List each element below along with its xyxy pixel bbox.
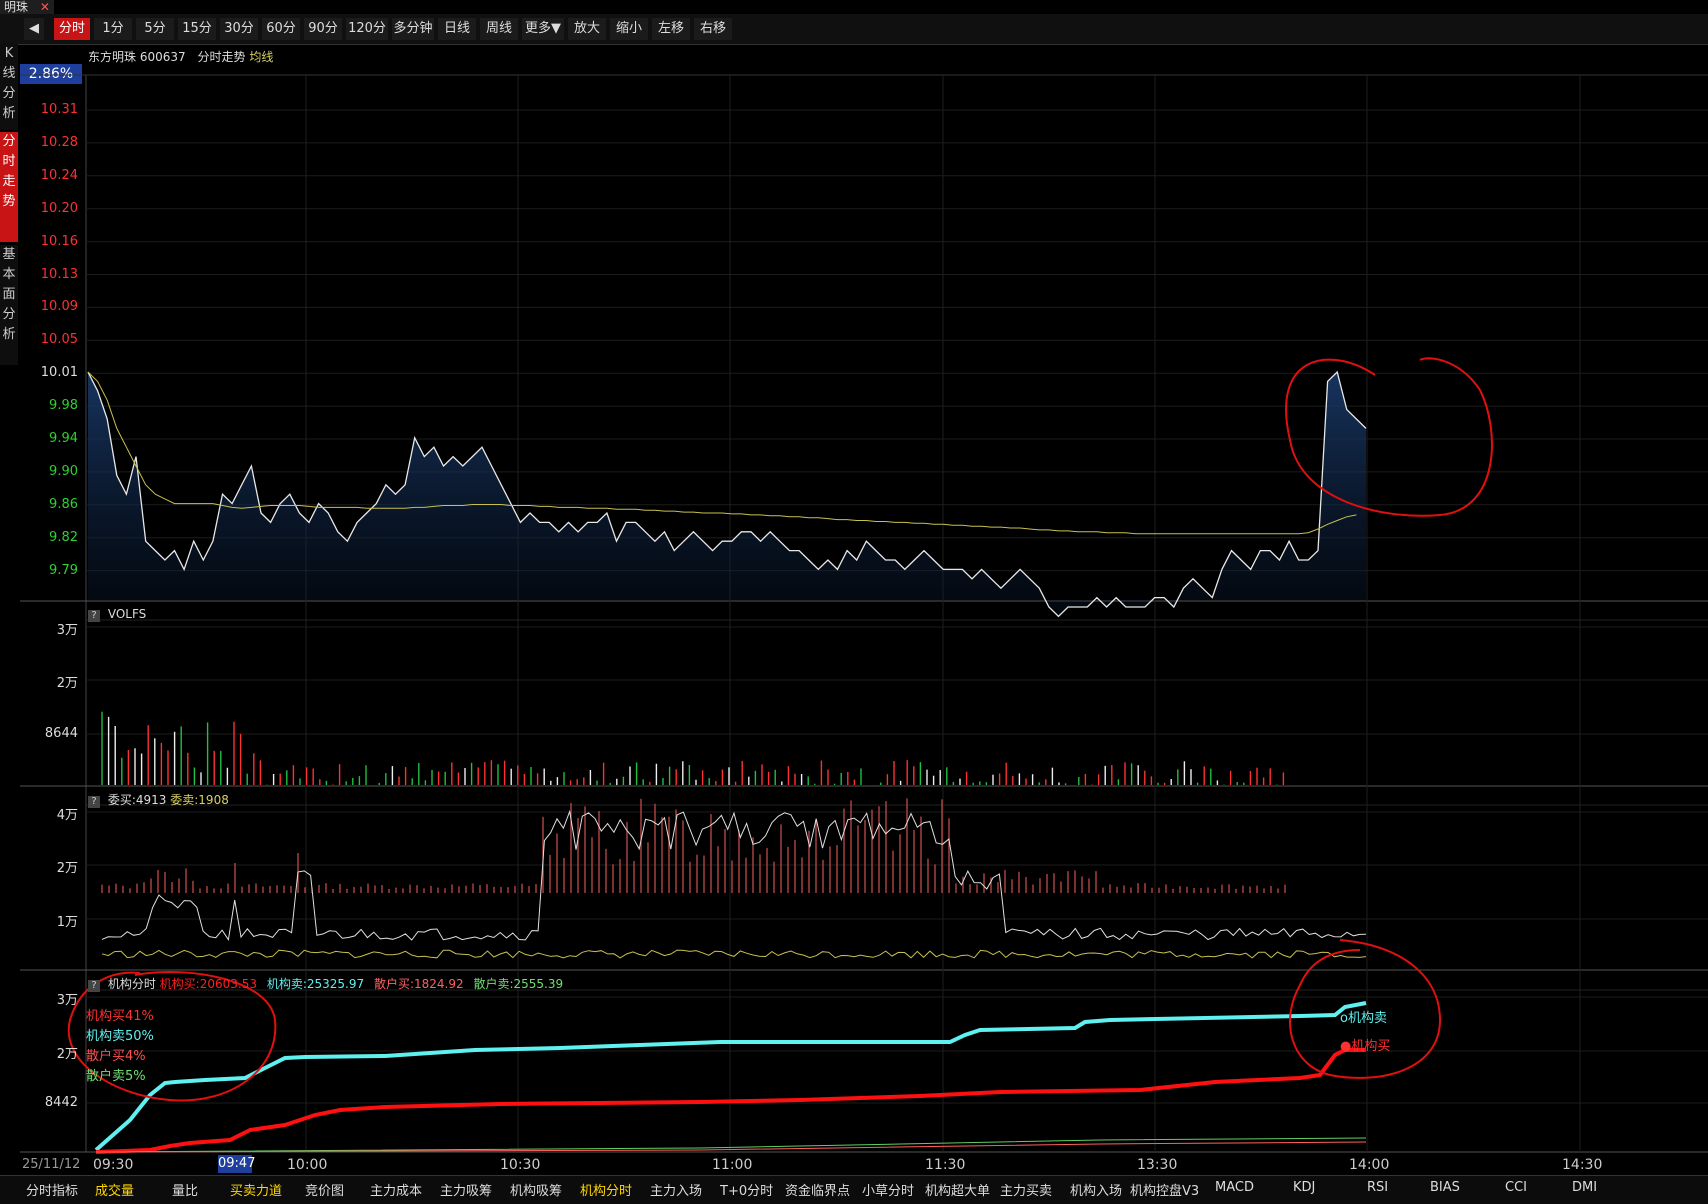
indicator-tab[interactable]: BIAS xyxy=(1430,1180,1460,1195)
inst-panel-title: 机构分时 xyxy=(107,977,156,991)
legend-inst-buy: 机构买41% xyxy=(86,1009,154,1024)
retail-sell-value: 散户卖:2555.39 xyxy=(473,977,564,991)
panel-tick: 8644 xyxy=(44,726,78,741)
indicator-tab[interactable]: MACD xyxy=(1215,1180,1254,1195)
time-tick: 09:30 xyxy=(93,1157,134,1173)
price-area xyxy=(88,372,1366,617)
indicator-tab[interactable]: 成交量 xyxy=(95,1180,134,1199)
inst-sell-line xyxy=(94,1001,1367,1152)
panel-tick: 2万 xyxy=(56,861,78,876)
indicator-tab[interactable]: 量比 xyxy=(172,1180,198,1199)
chart-canvas[interactable] xyxy=(0,0,1708,1203)
order-panel-header: ? 委买:4913 委卖:1908 xyxy=(88,791,229,808)
price-tick: 9.94 xyxy=(49,431,78,446)
time-tick: 14:30 xyxy=(1562,1157,1603,1173)
inst-buy-value: 机构买:20603.53 xyxy=(159,977,257,991)
panel-tick: 4万 xyxy=(56,808,78,823)
help-icon[interactable]: ? xyxy=(88,796,100,808)
price-tick: 9.82 xyxy=(49,529,78,545)
indicator-tab[interactable]: 机构控盘V3 xyxy=(1130,1180,1199,1199)
price-tick: 9.79 xyxy=(49,562,78,578)
label-inst-buy-end: ●机构买 xyxy=(1340,1039,1391,1054)
time-tick: 10:00 xyxy=(287,1157,328,1173)
time-tick: 14:00 xyxy=(1349,1157,1390,1173)
indicator-tab[interactable]: KDJ xyxy=(1293,1180,1315,1195)
time-cursor-label: 09:47 xyxy=(218,1155,256,1173)
inst-buy-line xyxy=(95,1048,1366,1154)
panel-tick: 1万 xyxy=(56,915,78,930)
indicator-tab[interactable]: 买卖力道 xyxy=(230,1180,282,1199)
price-tick: 9.90 xyxy=(49,463,78,479)
indicator-tab[interactable]: 机构超大单 xyxy=(925,1180,990,1199)
indicator-tab[interactable]: 机构分时 xyxy=(580,1180,632,1199)
panel-tick: 3万 xyxy=(56,623,78,638)
price-tick: 10.16 xyxy=(40,233,78,249)
price-tick: 10.01 xyxy=(40,365,78,381)
label-inst-sell-end: o机构卖 xyxy=(1340,1011,1387,1026)
order-ask-line xyxy=(101,949,1367,959)
indicator-tab[interactable]: 主力吸筹 xyxy=(440,1180,492,1199)
inst-sell-value: 机构卖:25325.97 xyxy=(266,977,365,991)
inst-panel-header: ? 机构分时 机构买:20603.53 机构卖:25325.97 散户买:182… xyxy=(88,975,563,992)
indicator-tab[interactable]: 主力成本 xyxy=(370,1180,422,1199)
indicator-tab[interactable]: 竞价图 xyxy=(305,1180,344,1199)
price-tick: 10.31 xyxy=(40,102,78,117)
indicator-tab[interactable]: 机构吸筹 xyxy=(510,1180,562,1199)
indicator-tab[interactable]: RSI xyxy=(1367,1180,1388,1195)
indicator-tab[interactable]: DMI xyxy=(1572,1180,1597,1195)
help-icon[interactable]: ? xyxy=(88,980,100,992)
legend-retail-sell: 散户卖5% xyxy=(86,1069,146,1084)
panel-tick: 2万 xyxy=(56,676,78,691)
price-tick: 10.28 xyxy=(40,134,78,150)
vol-panel-title: VOLFS xyxy=(107,607,147,621)
date-label: 25/11/12 xyxy=(22,1157,81,1172)
price-tick: 10.09 xyxy=(40,299,78,315)
vol-panel-header: ? VOLFS xyxy=(88,607,146,622)
panel-tick: 8442 xyxy=(44,1095,78,1110)
time-tick: 10:30 xyxy=(500,1157,541,1173)
indicator-tab[interactable]: CCI xyxy=(1505,1180,1527,1195)
price-tick: 9.86 xyxy=(49,496,78,512)
indicator-tab[interactable]: 主力入场 xyxy=(650,1180,702,1199)
time-tick: 11:00 xyxy=(712,1157,753,1173)
retail-buy-value: 散户买:1824.92 xyxy=(373,977,464,991)
panel-tick: 2万 xyxy=(56,1047,78,1062)
legend-retail-buy: 散户买4% xyxy=(86,1049,146,1064)
help-icon[interactable]: ? xyxy=(88,610,100,622)
indicator-tab[interactable]: 资金临界点 xyxy=(785,1180,850,1199)
time-tick: 11:30 xyxy=(925,1157,966,1173)
indicator-tab[interactable]: 分时指标 xyxy=(26,1180,78,1199)
price-tick: 10.13 xyxy=(40,266,78,282)
order-bid-line xyxy=(101,809,1367,942)
price-tick: 10.05 xyxy=(40,332,78,348)
annotation-circle xyxy=(1285,357,1493,517)
order-ask-value: 委卖:1908 xyxy=(170,793,229,807)
indicator-tab[interactable]: 小草分时 xyxy=(862,1180,914,1199)
legend-inst-sell: 机构卖50% xyxy=(86,1029,154,1044)
indicator-tab[interactable]: T+0分时 xyxy=(720,1180,773,1199)
indicator-tab[interactable]: 机构入场 xyxy=(1070,1180,1122,1199)
price-tick: 10.24 xyxy=(40,167,78,183)
price-tick: 9.98 xyxy=(49,398,78,414)
time-tick: 13:30 xyxy=(1137,1157,1178,1173)
order-bid-value: 委买:4913 xyxy=(107,793,167,807)
panel-tick: 3万 xyxy=(56,993,78,1008)
price-tick: 10.20 xyxy=(40,200,78,216)
indicator-tab[interactable]: 主力买卖 xyxy=(1000,1180,1052,1199)
